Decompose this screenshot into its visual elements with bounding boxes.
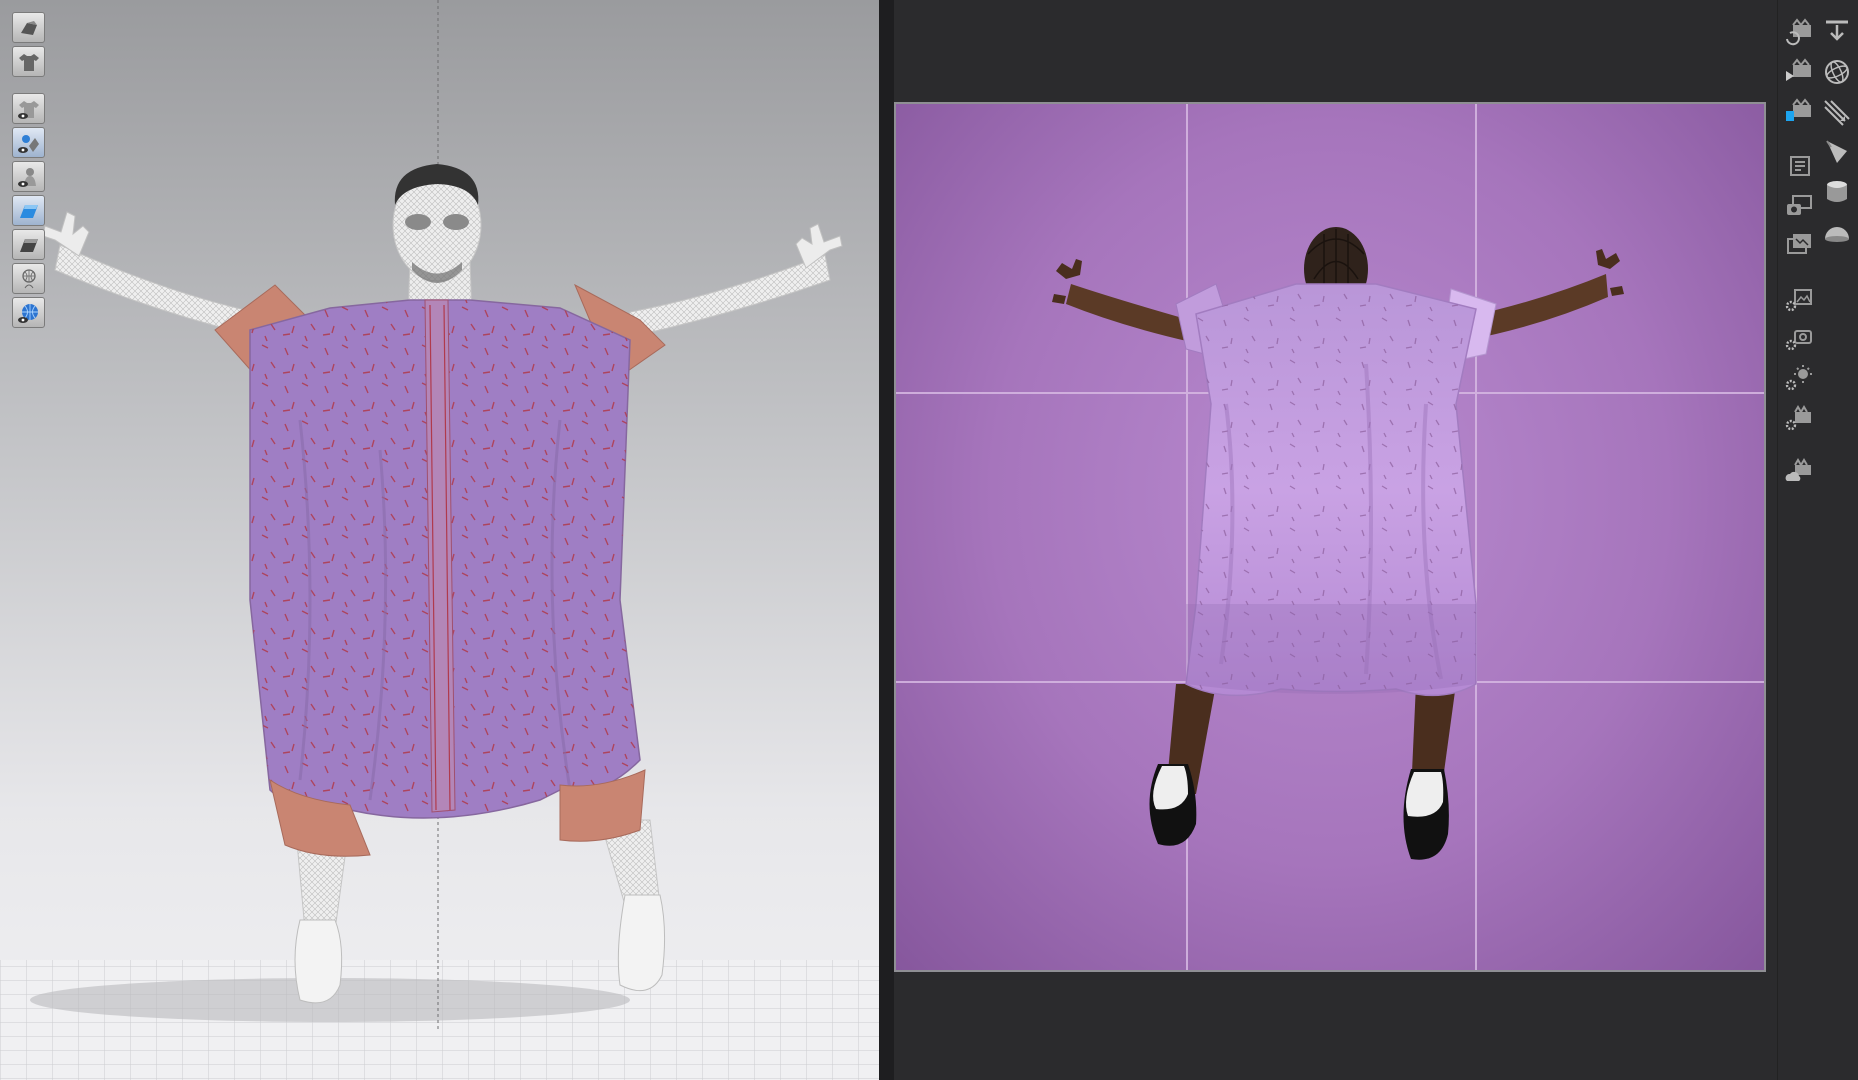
sphere-icon[interactable]: [1820, 56, 1854, 88]
solid-mode-icon[interactable]: [12, 229, 45, 260]
show-texture-icon[interactable]: [12, 127, 45, 158]
camera-settings-icon[interactable]: [1782, 322, 1816, 354]
environment-globe-icon[interactable]: [12, 297, 45, 328]
rendered-garment: [1175, 283, 1497, 697]
cloud-render-icon[interactable]: [1782, 456, 1816, 488]
floor-grid: [0, 960, 879, 1080]
show-garment-icon[interactable]: [12, 93, 45, 124]
snapshot-camera-icon[interactable]: [1782, 190, 1816, 222]
render-clapper-icon[interactable]: [1782, 96, 1816, 128]
environment-settings-icon[interactable]: [1782, 283, 1816, 315]
render-image: [896, 104, 1764, 970]
right-shoe: [617, 894, 666, 992]
download-icon[interactable]: [1820, 16, 1854, 48]
refresh-render-icon[interactable]: [1782, 16, 1816, 48]
shaded-mode-icon[interactable]: [12, 195, 45, 226]
animation-settings-icon[interactable]: [1782, 402, 1816, 434]
garment-3d[interactable]: [214, 283, 666, 857]
garment-display-icon[interactable]: [12, 46, 45, 77]
light-settings-icon[interactable]: [1782, 362, 1816, 394]
wireframe-avatar-icon[interactable]: [12, 263, 45, 294]
play-render-icon[interactable]: [1782, 56, 1816, 88]
directional-light-icon[interactable]: [1820, 96, 1854, 128]
render-canvas[interactable]: [894, 102, 1766, 972]
panel-divider[interactable]: [879, 0, 894, 1080]
render-panel: [894, 0, 1777, 1080]
3d-viewport[interactable]: [0, 0, 879, 1080]
render-list-icon[interactable]: [1782, 150, 1816, 182]
spot-light-icon[interactable]: [1820, 136, 1854, 168]
render-toolbar: [1777, 0, 1858, 1080]
dome-light-icon[interactable]: [1820, 216, 1854, 248]
cylinder-icon[interactable]: [1820, 176, 1854, 208]
image-gallery-icon[interactable]: [1782, 228, 1816, 260]
viewport-scene: [0, 0, 879, 1080]
show-avatar-icon[interactable]: [12, 161, 45, 192]
avatar-display-icon[interactable]: [12, 12, 45, 43]
left-shoe: [294, 919, 343, 1004]
